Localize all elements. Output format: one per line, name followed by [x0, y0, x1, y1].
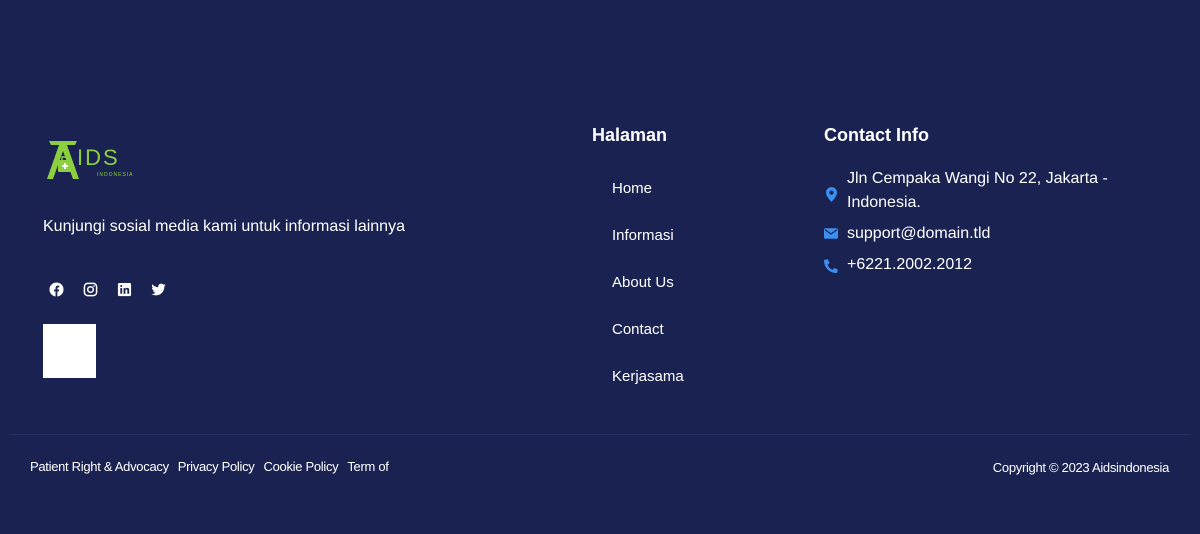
contact-link[interactable]: Contact [612, 321, 664, 338]
contact-address-item: Jln Cempaka Wangi No 22, Jakarta - Indon… [823, 167, 1143, 215]
contact-email[interactable]: support@domain.tld [847, 222, 990, 246]
contact-info-heading: Contact Info [824, 125, 929, 145]
twitter-icon [151, 283, 166, 296]
contact-email-item: support@domain.tld [823, 222, 1143, 246]
map-marker-icon [823, 181, 839, 202]
instagram-icon [83, 282, 98, 297]
privacy-policy-link[interactable]: Privacy Policy [178, 459, 255, 474]
contact-phone-item: +6221.2002.2012 [823, 253, 1143, 277]
white-placeholder-box [43, 324, 96, 378]
cookie-policy-link[interactable]: Cookie Policy [264, 459, 339, 474]
contact-phone[interactable]: +6221.2002.2012 [847, 253, 972, 277]
footer-divider [10, 434, 1190, 435]
facebook-icon [49, 282, 64, 297]
nav-item-contact: Contact [612, 321, 684, 368]
contact-info-list: Jln Cempaka Wangi No 22, Jakarta - Indon… [823, 167, 1143, 284]
halaman-links: Home Informasi About Us Contact Kerjasam… [612, 180, 684, 415]
about-us-link[interactable]: About Us [612, 274, 674, 291]
logo-text: IDS [77, 145, 120, 170]
facebook-link[interactable] [47, 280, 66, 299]
logo-subtext: INDONESIA [97, 172, 134, 178]
legal-links: Patient Right & Advocacy Privacy Policy … [30, 459, 389, 474]
patient-rights-link[interactable]: Patient Right & Advocacy [30, 459, 169, 474]
nav-item-kerjasama: Kerjasama [612, 368, 684, 415]
site-footer: IDS INDONESIA Kunjungi sosial media kami… [0, 0, 1200, 534]
social-links [47, 280, 168, 299]
terms-link[interactable]: Term of [347, 459, 389, 474]
instagram-link[interactable] [81, 280, 100, 299]
envelope-icon [823, 222, 839, 239]
linkedin-icon [117, 282, 132, 297]
twitter-link[interactable] [149, 280, 168, 299]
copyright-text: Copyright © 2023 Aidsindonesia [992, 460, 1170, 475]
kerjasama-link[interactable]: Kerjasama [612, 368, 684, 385]
nav-item-about-us: About Us [612, 274, 684, 321]
social-tagline: Kunjungi sosial media kami untuk informa… [43, 218, 405, 235]
informasi-link[interactable]: Informasi [612, 227, 674, 244]
nav-item-home: Home [612, 180, 684, 227]
aids-logo[interactable]: IDS INDONESIA [43, 137, 143, 182]
contact-address: Jln Cempaka Wangi No 22, Jakarta - Indon… [847, 170, 1108, 211]
home-link[interactable]: Home [612, 180, 652, 197]
nav-item-informasi: Informasi [612, 227, 684, 274]
phone-icon [823, 253, 839, 273]
linkedin-link[interactable] [115, 280, 134, 299]
halaman-heading: Halaman [592, 125, 668, 145]
